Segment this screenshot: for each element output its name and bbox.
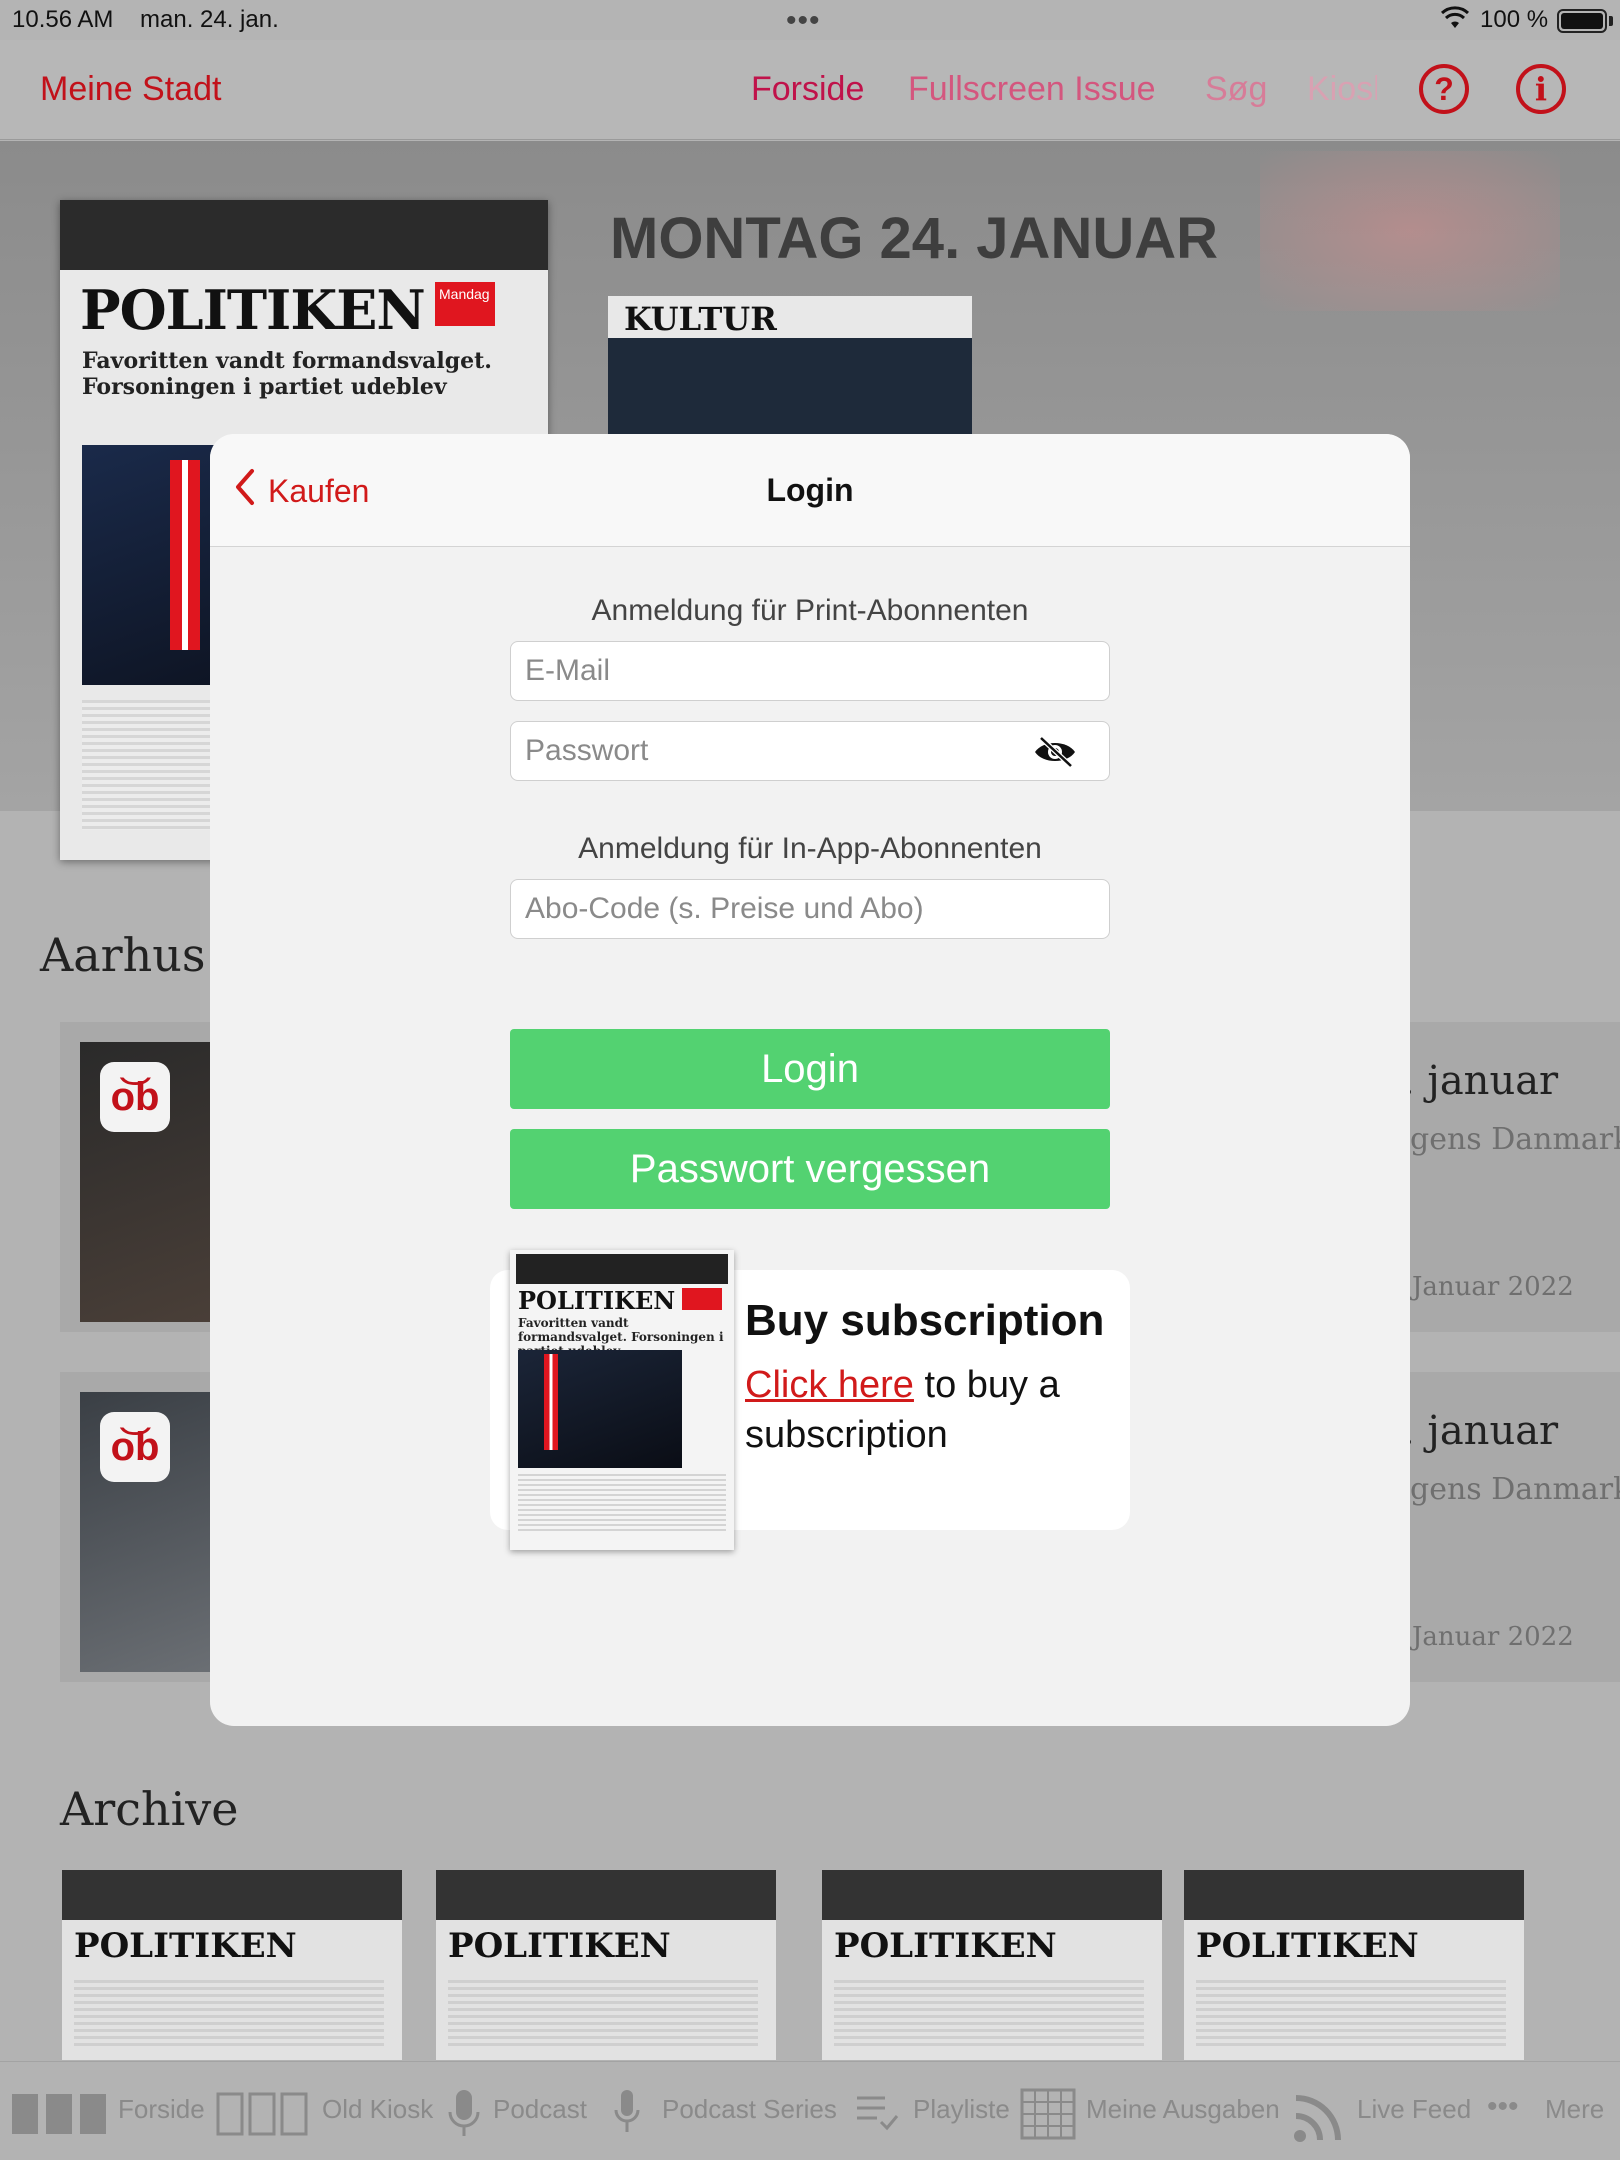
- calendar-grid-icon: [1020, 2088, 1076, 2145]
- issue-date-title: MONTAG 24. JANUAR: [610, 206, 1218, 271]
- email-input[interactable]: [511, 642, 1109, 700]
- tab-bar-meine-ausgaben[interactable]: Meine Ausgaben: [1086, 2094, 1280, 2125]
- promo-title: Buy subscription: [745, 1296, 1105, 1345]
- section-title-aarhus: Aarhus: [40, 928, 206, 982]
- cover-day-tag: Mandag: [435, 282, 495, 326]
- archive-issue[interactable]: POLITIKEN: [1184, 1870, 1524, 2060]
- cover-teaser-strip: [60, 200, 548, 270]
- modal-header: Kaufen Login: [210, 434, 1410, 547]
- archive-teaser-strip: [1184, 1870, 1524, 1920]
- hero-glow: [1260, 151, 1560, 311]
- tab-bar-old-kiosk[interactable]: Old Kiosk: [322, 2094, 433, 2125]
- email-field-wrapper: [510, 641, 1110, 701]
- password-input[interactable]: [511, 722, 1109, 780]
- tab-fullscreen-issue[interactable]: Fullscreen Issue: [908, 70, 1156, 109]
- modal-title: Login: [766, 472, 854, 508]
- tab-bar-mere[interactable]: Mere: [1545, 2094, 1604, 2125]
- click-here-link[interactable]: Click here: [745, 1364, 914, 1406]
- tab-soeg[interactable]: Søg: [1205, 70, 1267, 109]
- kultur-label: KULTUR: [624, 300, 777, 338]
- wifi-icon: [1440, 6, 1470, 37]
- eye-slash-icon[interactable]: [1033, 736, 1077, 768]
- login-button[interactable]: Login: [510, 1029, 1110, 1109]
- multitasking-dots[interactable]: •••: [786, 4, 821, 38]
- forgot-password-button[interactable]: Passwort vergessen: [510, 1129, 1110, 1209]
- tab-bar-playliste[interactable]: Playliste: [913, 2094, 1010, 2125]
- promo-cover-image[interactable]: POLITIKEN Favoritten vandt formandsvalge…: [510, 1250, 734, 1550]
- cover-headline: Favoritten vandt formandsvalget. Forsoni…: [82, 348, 492, 400]
- card-date: Januar 2022: [1412, 1272, 1574, 1302]
- archive-text-lines: [1196, 1980, 1506, 2050]
- promo-cover-flag: [544, 1354, 558, 1450]
- battery-icon: [1557, 9, 1607, 33]
- section-title-archive: Archive: [60, 1782, 239, 1836]
- status-bar: 10.56 AM man. 24. jan. ••• 100 %: [0, 0, 1620, 40]
- battery-tip: [1609, 16, 1613, 26]
- archive-masthead: POLITIKEN: [834, 1926, 1057, 1966]
- archive-text-lines: [834, 1980, 1144, 2050]
- info-icon[interactable]: i: [1516, 64, 1566, 114]
- tab-bar-podcast-series[interactable]: Podcast Series: [662, 2094, 837, 2125]
- archive-masthead: POLITIKEN: [1196, 1926, 1419, 1966]
- archive-teaser-strip: [822, 1870, 1162, 1920]
- more-icon: •••: [1487, 2090, 1519, 2123]
- archive-teaser-strip: [436, 1870, 776, 1920]
- status-date: man. 24. jan.: [140, 6, 279, 33]
- status-time: 10.56 AM: [12, 6, 114, 33]
- archive-text-lines: [74, 1980, 384, 2050]
- card-title: . januar: [1402, 1408, 1559, 1454]
- podcast-badge-icon: o͝b: [100, 1062, 170, 1132]
- bottom-tab-bar: Forside Old Kiosk Podcast Podcast Series…: [0, 2061, 1620, 2160]
- archive-issue[interactable]: POLITIKEN: [62, 1870, 402, 2060]
- old-kiosk-icon: [214, 2088, 310, 2141]
- login-modal: Kaufen Login Anmeldung für Print-Abonnen…: [210, 434, 1410, 1726]
- inapp-subscribers-label: Anmeldung für In-App-Abonnenten: [578, 832, 1042, 865]
- promo-cover-tag: [682, 1288, 722, 1310]
- promo-cover-masthead: POLITIKEN: [518, 1286, 676, 1315]
- top-navigation: Meine Stadt Forside Fullscreen Issue Søg…: [0, 40, 1620, 140]
- archive-teaser-strip: [62, 1870, 402, 1920]
- cover-masthead: POLITIKEN: [80, 278, 426, 342]
- card-date: Januar 2022: [1412, 1622, 1574, 1652]
- tab-bar-podcast[interactable]: Podcast: [493, 2094, 587, 2125]
- card-title: . januar: [1402, 1058, 1559, 1104]
- forside-icon: [10, 2088, 108, 2141]
- promo-cover-text: [518, 1474, 726, 1534]
- abo-code-field-wrapper: [510, 879, 1110, 939]
- tab-kiosk[interactable]: Kiosk: [1307, 70, 1377, 109]
- kultur-section-cover[interactable]: KULTUR: [608, 296, 972, 436]
- archive-masthead: POLITIKEN: [74, 1926, 297, 1966]
- card-subtitle: gens Danmark: [1410, 1122, 1620, 1157]
- playlist-icon: [855, 2088, 899, 2137]
- microphone-icon: [612, 2088, 642, 2141]
- print-subscribers-label: Anmeldung für Print-Abonnenten: [591, 594, 1029, 627]
- card-subtitle: gens Danmark: [1410, 1472, 1620, 1507]
- promo-cover-strip: [516, 1254, 728, 1284]
- tab-bar-forside[interactable]: Forside: [118, 2094, 205, 2125]
- archive-issue[interactable]: POLITIKEN: [436, 1870, 776, 2060]
- promo-cover-photo: [518, 1350, 682, 1468]
- abo-code-input[interactable]: [511, 880, 1109, 938]
- meine-stadt-link[interactable]: Meine Stadt: [40, 70, 221, 109]
- tab-bar-live-feed[interactable]: Live Feed: [1357, 2094, 1471, 2125]
- archive-text-lines: [448, 1980, 758, 2050]
- tab-forside[interactable]: Forside: [751, 70, 864, 109]
- help-icon[interactable]: ?: [1419, 64, 1469, 114]
- microphone-icon: [446, 2088, 482, 2145]
- cover-flag: [170, 460, 200, 650]
- password-field-wrapper: [510, 721, 1110, 781]
- archive-issue[interactable]: POLITIKEN: [822, 1870, 1162, 2060]
- promo-text: Click here to buy a subscription: [745, 1360, 1125, 1460]
- archive-masthead: POLITIKEN: [448, 1926, 671, 1966]
- podcast-badge-icon: o͝b: [100, 1412, 170, 1482]
- rss-icon: [1292, 2088, 1348, 2149]
- battery-percent: 100 %: [1480, 6, 1549, 33]
